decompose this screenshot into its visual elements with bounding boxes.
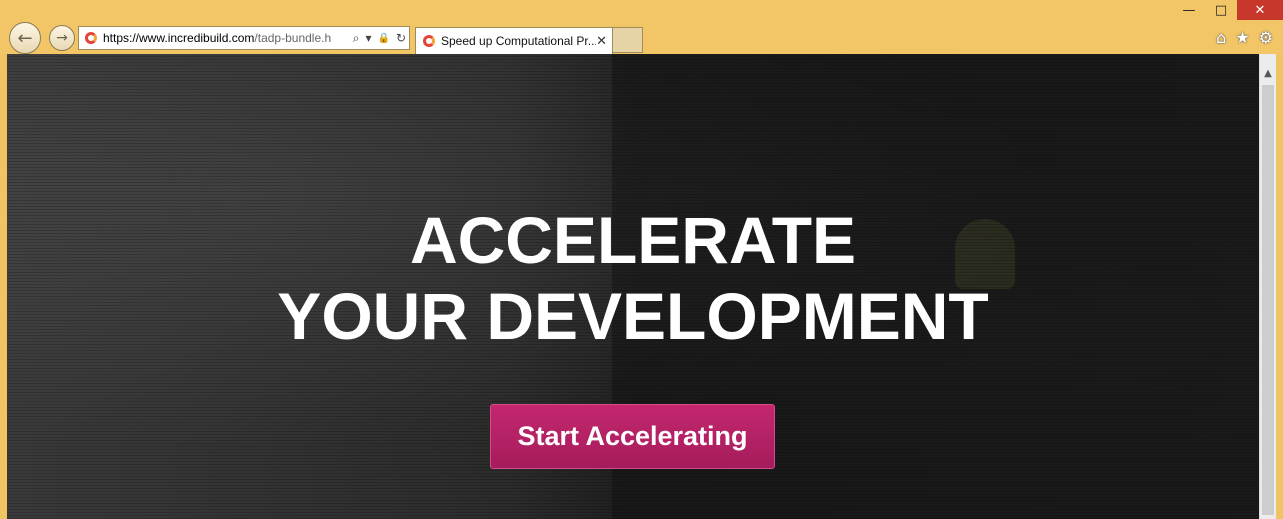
close-window-button[interactable]: ✕ [1237,0,1283,20]
scroll-thumb[interactable] [1262,85,1274,515]
tab-title: Speed up Computational Pr... [441,34,597,48]
site-favicon-icon [85,32,97,44]
home-icon[interactable]: ⌂ [1216,28,1226,47]
tab-close-icon[interactable]: ✕ [596,34,607,49]
hero-headline-line2: YOUR DEVELOPMENT [277,279,989,353]
minimize-button[interactable]: — [1173,0,1205,20]
address-bar[interactable]: https://www.incredibuild.com/tadp-bundle… [78,26,410,50]
url-text[interactable]: https://www.incredibuild.com/tadp-bundle… [103,31,350,45]
window-frame-right [1276,54,1283,519]
tab-active[interactable]: Speed up Computational Pr... ✕ [415,27,613,54]
window-frame-left [0,54,7,519]
window-controls: — □ ✕ [1173,0,1283,20]
settings-gear-icon[interactable]: ⚙ [1259,28,1273,47]
url-path: /tadp-bundle.h [254,31,332,45]
page-content: ACCELERATE YOUR DEVELOPMENT Start Accele… [7,54,1259,519]
new-tab-button[interactable] [613,27,643,53]
browser-tools: ⌂ ★ ⚙ [1216,28,1273,47]
vertical-scrollbar[interactable]: ▲ [1259,54,1276,519]
maximize-button[interactable]: □ [1205,0,1237,20]
browser-chrome: — □ ✕ ← → https://www.incredibuild.com/t… [0,0,1283,54]
favorites-star-icon[interactable]: ★ [1235,28,1249,47]
hero-headline-line1: ACCELERATE [409,203,857,277]
tab-favicon-icon [423,35,435,47]
dropdown-icon[interactable]: ▾ [365,31,371,45]
forward-button[interactable]: → [49,25,75,51]
forward-arrow-icon: → [56,30,68,46]
refresh-icon[interactable]: ↻ [396,31,406,45]
back-arrow-icon: ← [17,27,33,49]
lock-icon[interactable]: 🔒 [377,33,389,44]
url-host: https://www.incredibuild.com [103,31,255,45]
back-button[interactable]: ← [9,22,41,54]
scroll-up-arrow-icon[interactable]: ▲ [1260,66,1276,80]
search-icon[interactable]: ⌕ [353,31,360,46]
start-accelerating-button[interactable]: Start Accelerating [490,404,775,469]
